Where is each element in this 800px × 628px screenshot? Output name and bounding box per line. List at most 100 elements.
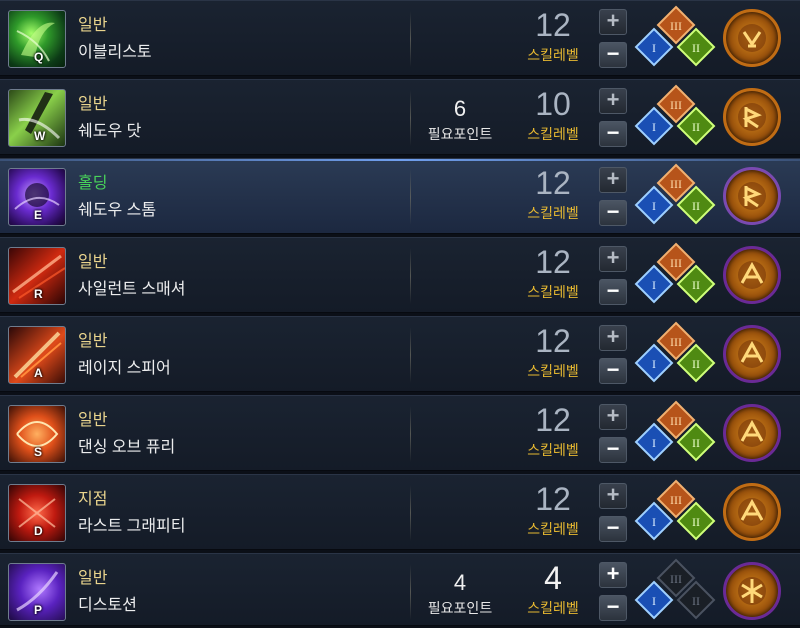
tripod-group: III I II: [634, 479, 716, 541]
rune-slot[interactable]: [723, 246, 781, 304]
skill-list: Q 일반 이블리스토 12 스킬레벨 + − III I II W 일반 쉐도우…: [0, 0, 800, 626]
svg-text:III: III: [670, 256, 682, 270]
rune-icon: [738, 577, 766, 605]
rune-icon: [738, 24, 766, 52]
rune-icon: [738, 419, 766, 447]
skill-level-value: 12: [535, 165, 571, 201]
rage-spear-skill-icon[interactable]: A: [8, 326, 66, 384]
skill-type: 일반: [78, 570, 108, 587]
skill-level-value: 12: [535, 244, 571, 280]
skill-type: 지점: [78, 491, 108, 508]
dancing-of-fury-skill-icon[interactable]: S: [8, 405, 66, 463]
level-down-button[interactable]: −: [599, 42, 627, 68]
level-up-button[interactable]: +: [599, 483, 627, 509]
skill-level-label: 스킬레벨: [527, 47, 579, 63]
required-points-label: 필요포인트: [427, 600, 493, 616]
rune-slot[interactable]: [723, 167, 781, 225]
hotkey-label: E: [34, 208, 43, 222]
hotkey-label: Q: [34, 50, 44, 64]
hotkey-label: P: [34, 603, 43, 617]
skill-row-r[interactable]: R 일반 사일런트 스매셔 12 스킬레벨 + − III I II: [0, 237, 800, 313]
svg-text:II: II: [692, 199, 700, 213]
skill-level-value: 12: [535, 323, 571, 359]
divider: [410, 564, 411, 620]
skill-type: 일반: [78, 96, 108, 113]
level-down-button[interactable]: −: [599, 200, 627, 226]
skill-row-w[interactable]: W 일반 쉐도우 닷 6 필요포인트 10 스킬레벨 + − III I II: [0, 79, 800, 155]
svg-text:I: I: [652, 357, 656, 371]
divider: [410, 248, 411, 304]
silent-smasher-skill-icon[interactable]: R: [8, 247, 66, 305]
level-up-button[interactable]: +: [599, 325, 627, 351]
distortion-skill-icon[interactable]: P: [8, 563, 66, 621]
rune-slot[interactable]: [723, 483, 781, 541]
skill-row-s[interactable]: S 일반 댄싱 오브 퓨리 12 스킬레벨 + − III I II: [0, 395, 800, 471]
tripod-group: III I II: [634, 400, 716, 462]
level-up-button[interactable]: +: [599, 562, 627, 588]
level-down-button[interactable]: −: [599, 358, 627, 384]
divider: [410, 327, 411, 383]
divider: [410, 90, 411, 146]
svg-text:II: II: [692, 357, 700, 371]
svg-text:III: III: [670, 98, 682, 112]
level-up-button[interactable]: +: [599, 404, 627, 430]
skill-level-value: 12: [535, 402, 571, 438]
skill-level-value: 4: [544, 560, 562, 596]
rune-icon: [738, 340, 766, 368]
tripod-group: III I II: [634, 242, 716, 304]
tripod-group: III I II: [634, 558, 716, 620]
divider: [410, 169, 411, 225]
level-down-button[interactable]: −: [599, 121, 627, 147]
svg-text:III: III: [670, 414, 682, 428]
rune-icon: [738, 103, 766, 131]
level-up-button[interactable]: +: [599, 167, 627, 193]
rune-slot[interactable]: [723, 562, 781, 620]
skill-row-a[interactable]: A 일반 레이지 스피어 12 스킬레벨 + − III I II: [0, 316, 800, 392]
skill-name: 쉐도우 닷: [78, 123, 142, 140]
skill-name: 쉐도우 스톰: [78, 202, 157, 219]
skill-row-p[interactable]: P 일반 디스토션 4 필요포인트 4 스킬레벨 + − III I II: [0, 553, 800, 626]
skill-type: 홀딩: [78, 175, 108, 192]
svg-text:II: II: [692, 278, 700, 292]
rune-slot[interactable]: [723, 9, 781, 67]
skill-row-e[interactable]: E 홀딩 쉐도우 스톰 12 스킬레벨 + − III I II: [0, 158, 800, 234]
tripod-group: III I II: [634, 84, 716, 146]
skill-level-label: 스킬레벨: [527, 126, 579, 142]
shadow-storm-skill-icon[interactable]: E: [8, 168, 66, 226]
level-down-button[interactable]: −: [599, 279, 627, 305]
svg-text:II: II: [692, 515, 700, 529]
tripod-group: III I II: [634, 321, 716, 383]
rune-slot[interactable]: [723, 404, 781, 462]
level-down-button[interactable]: −: [599, 437, 627, 463]
hotkey-label: D: [34, 524, 43, 538]
skill-row-q[interactable]: Q 일반 이블리스토 12 스킬레벨 + − III I II: [0, 0, 800, 76]
level-up-button[interactable]: +: [599, 88, 627, 114]
rune-icon: [738, 261, 766, 289]
svg-text:III: III: [670, 177, 682, 191]
level-down-button[interactable]: −: [599, 595, 627, 621]
level-up-button[interactable]: +: [599, 246, 627, 272]
svg-text:II: II: [692, 436, 700, 450]
rune-slot[interactable]: [723, 325, 781, 383]
svg-text:I: I: [652, 199, 656, 213]
last-graffiti-skill-icon[interactable]: D: [8, 484, 66, 542]
svg-text:I: I: [652, 41, 656, 55]
skill-level-value: 12: [535, 7, 571, 43]
level-up-button[interactable]: +: [599, 9, 627, 35]
skill-level-label: 스킬레벨: [527, 600, 579, 616]
required-points-label: 필요포인트: [427, 126, 493, 142]
svg-text:I: I: [652, 436, 656, 450]
skill-row-d[interactable]: D 지점 라스트 그래피티 12 스킬레벨 + − III I II: [0, 474, 800, 550]
evil-sting-skill-icon[interactable]: Q: [8, 10, 66, 68]
hotkey-label: A: [34, 366, 43, 380]
svg-text:III: III: [670, 19, 682, 33]
shadow-dot-skill-icon[interactable]: W: [8, 89, 66, 147]
divider: [410, 406, 411, 462]
level-down-button[interactable]: −: [599, 516, 627, 542]
skill-name: 댄싱 오브 퓨리: [78, 439, 176, 456]
svg-text:I: I: [652, 278, 656, 292]
svg-text:I: I: [652, 594, 656, 608]
skill-type: 일반: [78, 17, 108, 34]
svg-text:II: II: [692, 120, 700, 134]
rune-slot[interactable]: [723, 88, 781, 146]
